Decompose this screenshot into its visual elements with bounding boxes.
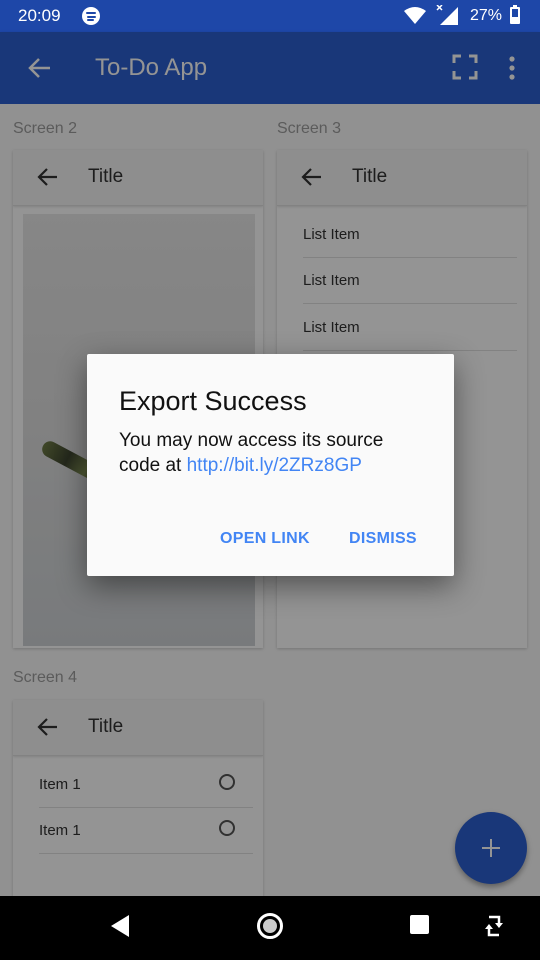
battery-percent: 27% bbox=[470, 7, 503, 24]
nav-back-icon[interactable] bbox=[108, 913, 132, 939]
spotify-icon bbox=[82, 7, 100, 25]
nav-home-icon[interactable] bbox=[257, 913, 283, 939]
dialog-link[interactable]: http://bit.ly/2ZRz8GP bbox=[187, 455, 362, 476]
rotate-icon[interactable] bbox=[482, 911, 506, 941]
dialog-body: You may now access its source code at ht… bbox=[119, 428, 429, 478]
nav-recents-icon[interactable] bbox=[410, 915, 429, 934]
battery-icon bbox=[510, 5, 520, 24]
wifi-icon bbox=[404, 7, 426, 24]
navigation-bar bbox=[0, 896, 540, 960]
status-time: 20:09 bbox=[18, 6, 61, 25]
status-bar: 20:09 27% bbox=[0, 0, 540, 32]
export-success-dialog: Export Success You may now access its so… bbox=[87, 354, 454, 576]
dismiss-button[interactable]: DISMISS bbox=[349, 530, 417, 548]
open-link-button[interactable]: OPEN LINK bbox=[220, 530, 310, 548]
dialog-title: Export Success bbox=[119, 386, 307, 416]
signal-icon bbox=[436, 5, 458, 25]
